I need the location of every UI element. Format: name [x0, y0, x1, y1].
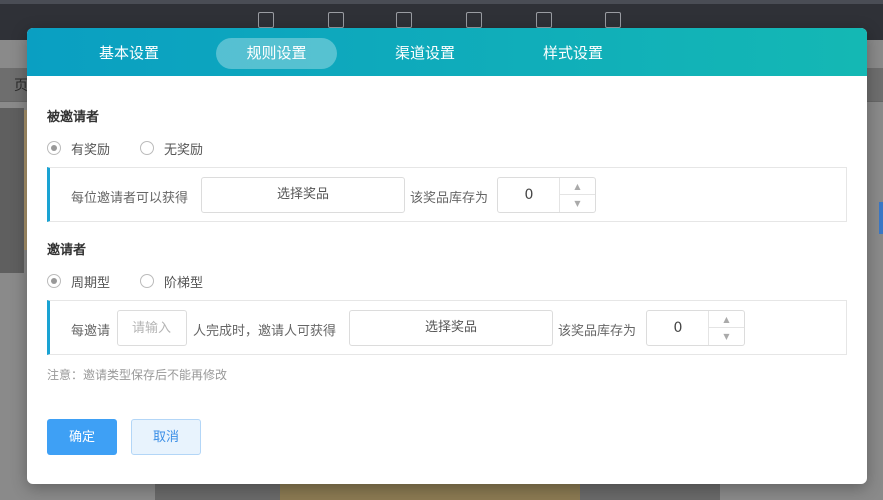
invitee-stock-label: 该奖品库存为	[410, 191, 489, 206]
component-tool-icon	[396, 12, 412, 28]
tab-rule-settings[interactable]: 规则设置	[216, 38, 337, 69]
radio-label: 阶梯型	[164, 275, 204, 291]
radio-label: 周期型	[71, 275, 111, 291]
tab-basic-settings[interactable]: 基本设置	[83, 38, 175, 69]
confirm-button[interactable]: 确定	[47, 419, 117, 455]
dialog-tab-bar: 基本设置 规则设置 渠道设置 样式设置	[27, 28, 867, 76]
inviter-reward-middle: 人完成时，邀请人可获得	[193, 324, 337, 339]
image-tool-icon	[328, 12, 344, 28]
inviter-type-options: 周期型 阶梯型	[47, 271, 233, 291]
layer-tool-icon	[536, 12, 552, 28]
text-tool-icon	[258, 12, 274, 28]
inviter-stock-label: 该奖品库存为	[558, 324, 637, 339]
tab-channel-settings[interactable]: 渠道设置	[379, 38, 471, 69]
background-canvas-content	[280, 484, 580, 500]
inviter-reward-prefix: 每邀请	[71, 324, 111, 339]
stepper-buttons: ▲ ▼	[559, 178, 595, 212]
background-right-tab	[879, 202, 883, 234]
radio-checked-icon	[47, 141, 61, 155]
radio-label: 有奖励	[71, 142, 111, 158]
invitee-stock-stepper[interactable]: 0 ▲ ▼	[497, 177, 596, 213]
rule-settings-dialog: 基本设置 规则设置 渠道设置 样式设置 被邀请者 有奖励 无奖励 每位邀请者可以…	[27, 28, 867, 484]
invitee-section-title: 被邀请者	[47, 110, 100, 125]
invite-count-input[interactable]	[117, 310, 187, 346]
radio-has-reward[interactable]: 有奖励	[47, 139, 110, 158]
background-left-panel	[0, 108, 24, 273]
document-tool-icon	[466, 12, 482, 28]
invite-type-note: 注意：邀请类型保存后不能再修改	[47, 368, 228, 382]
radio-checked-icon	[47, 274, 61, 288]
radio-label: 无奖励	[164, 142, 204, 158]
radio-unchecked-icon	[140, 274, 155, 288]
increment-icon[interactable]: ▲	[560, 178, 595, 195]
invitee-select-prize-button[interactable]: 选择奖品	[201, 177, 405, 213]
increment-icon[interactable]: ▲	[709, 311, 744, 328]
invitee-reward-panel: 每位邀请者可以获得 选择奖品 该奖品库存为 0 ▲ ▼	[47, 167, 847, 222]
decrement-icon[interactable]: ▼	[560, 195, 595, 212]
inviter-select-prize-button[interactable]: 选择奖品	[349, 310, 553, 346]
inviter-stock-stepper[interactable]: 0 ▲ ▼	[646, 310, 745, 346]
radio-unchecked-icon	[140, 141, 155, 155]
radio-periodic[interactable]: 周期型	[47, 272, 110, 291]
grid-tool-icon	[605, 12, 621, 28]
inviter-section-title: 邀请者	[47, 243, 87, 258]
radio-no-reward[interactable]: 无奖励	[140, 139, 203, 158]
invitee-stock-value[interactable]: 0	[498, 178, 560, 212]
invitee-reward-options: 有奖励 无奖励	[47, 138, 233, 158]
decrement-icon[interactable]: ▼	[709, 328, 744, 345]
inviter-reward-panel: 每邀请 人完成时，邀请人可获得 选择奖品 该奖品库存为 0 ▲ ▼	[47, 300, 847, 355]
invitee-reward-prefix: 每位邀请者可以获得	[71, 191, 189, 206]
stepper-buttons: ▲ ▼	[708, 311, 744, 345]
inviter-stock-value[interactable]: 0	[647, 311, 709, 345]
radio-tiered[interactable]: 阶梯型	[140, 272, 203, 291]
background-nav-label: 页	[14, 78, 28, 94]
tab-style-settings[interactable]: 样式设置	[527, 38, 619, 69]
cancel-button[interactable]: 取消	[131, 419, 201, 455]
